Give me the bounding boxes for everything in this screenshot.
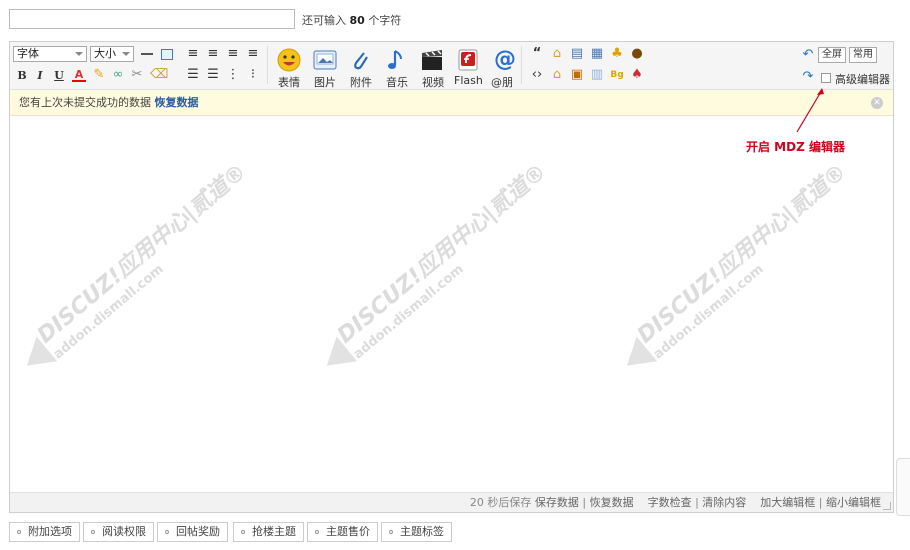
music-label: 音乐 <box>386 76 408 89</box>
image-label: 图片 <box>314 76 336 89</box>
align-center-icon[interactable]: ≡ <box>206 47 220 61</box>
shrink-editor-link[interactable]: 缩小编辑框 <box>826 496 881 509</box>
watermark: DISCUZ!应用中心|贰道® addon.dismall.com <box>316 159 611 478</box>
italic-button[interactable]: I <box>33 68 47 82</box>
code-icon[interactable]: ‹› <box>530 68 544 82</box>
option-floor-rush[interactable]: 抢楼主题 <box>233 522 304 542</box>
ball-icon[interactable]: ● <box>630 47 644 61</box>
option-label: 抢楼主题 <box>252 525 296 538</box>
paperclip-icon[interactable] <box>348 48 374 72</box>
table-icon[interactable] <box>160 47 174 61</box>
watermark: DISCUZ!应用中心|贰道® addon.dismall.com <box>616 159 893 478</box>
lock-icon[interactable]: ⌂ <box>550 47 564 61</box>
bold-button[interactable]: B <box>15 68 29 82</box>
music-note-icon[interactable] <box>383 48 409 72</box>
quote-icon[interactable]: “ <box>530 47 544 61</box>
fullscreen-button[interactable]: 全屏 <box>818 47 846 63</box>
align-left-icon[interactable]: ≡ <box>186 47 200 61</box>
font-select[interactable]: 字体 <box>13 46 87 62</box>
video-label: 视频 <box>422 76 444 89</box>
option-label: 主题售价 <box>326 525 370 538</box>
char-hint-suffix: 个字符 <box>368 14 402 27</box>
underline-button[interactable]: U <box>52 68 66 82</box>
title-input[interactable] <box>9 9 295 29</box>
redo-icon[interactable]: ↷ <box>801 70 815 84</box>
unlink-icon[interactable]: ✂ <box>130 68 144 82</box>
attachment-label: 附件 <box>350 76 372 89</box>
font-select-value: 字体 <box>17 47 39 60</box>
editor-content-area[interactable]: DISCUZ!应用中心|贰道® addon.dismall.com DISCUZ… <box>10 117 893 492</box>
char-hint-prefix: 还可输入 <box>302 14 346 27</box>
option-label: 主题标签 <box>400 525 444 538</box>
option-reply-reward[interactable]: 回帖奖励 <box>157 522 228 542</box>
editor-statusbar: 20 秒后保存 保存数据 | 恢复数据 字数检查 | 清除内容 加大编辑框 | … <box>10 492 893 512</box>
unordered-list-icon[interactable]: ⁝ <box>246 68 260 82</box>
user-plus-icon[interactable]: ♣ <box>610 47 624 61</box>
option-read-permission[interactable]: 阅读权限 <box>83 522 154 542</box>
grid-icon[interactable]: ▥ <box>590 68 604 82</box>
eraser-icon[interactable]: ⌫ <box>150 68 168 82</box>
background-icon[interactable]: Bg <box>610 68 624 82</box>
ordered-list-icon[interactable]: ⋮ <box>226 68 240 82</box>
restore-data-link[interactable]: 恢复数据 <box>155 96 199 109</box>
annotation-text: 开启 MDZ 编辑器 <box>746 140 845 154</box>
size-select-value: 大小 <box>94 47 116 60</box>
image-icon[interactable] <box>313 48 339 72</box>
free-icon[interactable]: ▣ <box>570 68 584 82</box>
horizontal-rule-icon[interactable] <box>140 47 154 61</box>
watermark-line1: DISCUZ!应用中心|贰道® <box>32 159 252 349</box>
save-data-link[interactable]: 保存数据 <box>535 496 579 509</box>
option-label: 回帖奖励 <box>176 525 220 538</box>
resize-grip-icon[interactable] <box>883 502 891 510</box>
flash-icon[interactable] <box>456 48 482 72</box>
enlarge-editor-link[interactable]: 加大编辑框 <box>760 496 815 509</box>
hide-icon[interactable]: ⌂ <box>550 68 564 82</box>
side-tab[interactable] <box>896 458 910 516</box>
unsaved-data-notice: 您有上次未提交成功的数据 恢复数据 ✕ <box>10 90 893 116</box>
option-tags[interactable]: 主题标签 <box>381 522 452 542</box>
at-icon[interactable]: @ <box>492 48 518 72</box>
flash-label: Flash <box>454 74 483 87</box>
word-check-link[interactable]: 字数检查 <box>648 496 692 509</box>
char-hint-count: 80 <box>349 14 365 27</box>
autosave-text: 20 秒后保存 <box>469 496 532 509</box>
option-extra[interactable]: 附加选项 <box>9 522 80 542</box>
option-price[interactable]: 主题售价 <box>307 522 378 542</box>
clear-content-link[interactable]: 清除内容 <box>702 496 746 509</box>
editor: 字体 大小 ≡ ≡ ≡ ≡ B I U A ✎ ∞ ✂ ⌫ ☰ ☰ ⋮ ⁝ 表情… <box>9 41 894 513</box>
editor-toolbar: 字体 大小 ≡ ≡ ≡ ≡ B I U A ✎ ∞ ✂ ⌫ ☰ ☰ ⋮ ⁝ 表情… <box>10 42 893 90</box>
size-select[interactable]: 大小 <box>90 46 134 62</box>
align-justify-icon[interactable]: ≡ <box>246 47 260 61</box>
smiley-label: 表情 <box>278 76 300 89</box>
page-icon[interactable]: ▤ <box>570 47 584 61</box>
indent-icon[interactable]: ☰ <box>186 68 200 82</box>
advanced-editor-label: 高级编辑器 <box>835 73 890 86</box>
advanced-editor-checkbox[interactable] <box>821 73 831 83</box>
at-label: @朋 <box>491 76 513 89</box>
watermark: DISCUZ!应用中心|贰道® addon.dismall.com <box>16 159 311 478</box>
undo-icon[interactable]: ↶ <box>801 48 815 62</box>
watermark-line1: DISCUZ!应用中心|贰道® <box>332 159 552 349</box>
link-icon[interactable]: ∞ <box>111 68 125 82</box>
outdent-icon[interactable]: ☰ <box>206 68 220 82</box>
watermark-line1: DISCUZ!应用中心|贰道® <box>632 159 852 349</box>
align-right-icon[interactable]: ≡ <box>226 47 240 61</box>
common-button[interactable]: 常用 <box>849 47 877 63</box>
highlight-icon[interactable]: ✎ <box>92 68 106 82</box>
option-label: 阅读权限 <box>102 525 146 538</box>
list-panel-icon[interactable]: ▦ <box>590 47 604 61</box>
qq-icon[interactable]: ♠ <box>630 68 644 82</box>
font-color-button[interactable]: A <box>72 68 86 82</box>
restore-data-status-link[interactable]: 恢复数据 <box>590 496 634 509</box>
char-count-hint: 还可输入 80 个字符 <box>302 12 401 28</box>
option-label: 附加选项 <box>28 525 72 538</box>
close-icon[interactable]: ✕ <box>871 97 883 109</box>
smiley-icon[interactable] <box>277 48 303 72</box>
notice-text: 您有上次未提交成功的数据 <box>19 96 151 109</box>
clapperboard-icon[interactable] <box>420 48 446 72</box>
